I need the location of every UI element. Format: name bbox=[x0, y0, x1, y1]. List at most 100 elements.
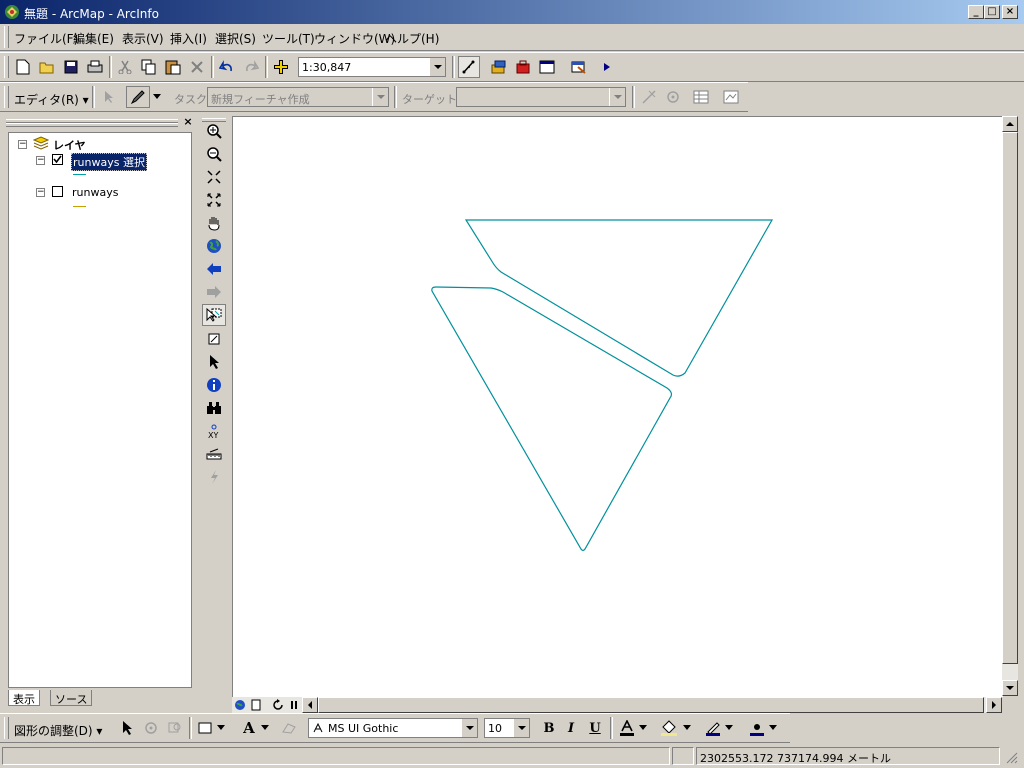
measure-icon[interactable] bbox=[202, 443, 226, 465]
horizontal-scrollbar[interactable] bbox=[232, 697, 1002, 713]
open-folder-icon[interactable] bbox=[36, 56, 58, 78]
data-view-icon[interactable] bbox=[232, 697, 248, 713]
layer-checkbox-runways[interactable] bbox=[52, 186, 63, 197]
go-forward-extent-icon[interactable] bbox=[202, 281, 226, 303]
go-back-extent-icon[interactable] bbox=[202, 258, 226, 280]
bold-button[interactable]: B bbox=[538, 717, 560, 739]
menu-window[interactable]: ウィンドウ(W) bbox=[314, 30, 395, 47]
collapse-icon[interactable]: − bbox=[36, 188, 45, 197]
menu-insert[interactable]: 挿入(I) bbox=[170, 30, 207, 47]
chevron-down-icon[interactable] bbox=[258, 717, 272, 739]
font-color-icon[interactable] bbox=[616, 717, 638, 739]
maximize-button[interactable]: □ bbox=[984, 5, 1000, 19]
chevron-down-icon[interactable] bbox=[609, 88, 625, 106]
toolbar-grip[interactable] bbox=[4, 56, 9, 78]
layers-root-label[interactable]: レイヤ bbox=[53, 137, 86, 153]
pan-hand-icon[interactable] bbox=[202, 212, 226, 234]
menu-help[interactable]: ヘルプ(H) bbox=[385, 30, 439, 47]
italic-button[interactable]: I bbox=[560, 717, 582, 739]
chevron-down-icon[interactable] bbox=[722, 717, 736, 739]
chevron-down-icon[interactable] bbox=[766, 717, 780, 739]
editor-toolbar-icon[interactable] bbox=[458, 56, 480, 78]
menu-view[interactable]: 表示(V) bbox=[122, 30, 164, 47]
layer-symbol-line[interactable] bbox=[73, 206, 86, 207]
map-scale-combo[interactable]: 1:30,847 bbox=[298, 57, 446, 77]
identify-icon[interactable] bbox=[202, 374, 226, 396]
select-elements-icon[interactable] bbox=[202, 351, 226, 373]
attributes-icon[interactable] bbox=[690, 86, 712, 108]
minimize-button[interactable]: _ bbox=[968, 5, 984, 19]
print-icon[interactable] bbox=[84, 56, 106, 78]
marker-color-icon[interactable] bbox=[746, 717, 768, 739]
sketch-properties-icon[interactable] bbox=[720, 86, 742, 108]
layer-checkbox-runways-selection[interactable] bbox=[52, 154, 63, 165]
arctoolbox-icon[interactable] bbox=[512, 56, 534, 78]
toolbar-grip[interactable] bbox=[4, 86, 9, 108]
editor-menu[interactable]: エディタ(R) ▾ bbox=[14, 91, 89, 108]
what-is-this-icon[interactable] bbox=[568, 56, 590, 78]
split-tool-icon[interactable] bbox=[638, 86, 660, 108]
chevron-down-icon[interactable] bbox=[513, 719, 529, 737]
scroll-up-button[interactable] bbox=[1002, 116, 1018, 132]
line-color-icon[interactable] bbox=[702, 717, 724, 739]
full-extent-globe-icon[interactable] bbox=[202, 235, 226, 257]
sketch-tool-icon[interactable] bbox=[126, 86, 150, 108]
scroll-right-button[interactable] bbox=[986, 697, 1002, 713]
zoom-to-selected-icon[interactable] bbox=[164, 717, 186, 739]
menu-edit[interactable]: 編集(E) bbox=[73, 30, 114, 47]
arccatalog-icon[interactable] bbox=[488, 56, 510, 78]
new-text-tool[interactable]: A bbox=[238, 717, 260, 739]
copy-icon[interactable] bbox=[138, 56, 160, 78]
layout-view-icon[interactable] bbox=[248, 697, 264, 713]
chevron-down-icon[interactable] bbox=[461, 719, 477, 737]
map-canvas[interactable] bbox=[233, 117, 1003, 697]
menu-file[interactable]: ファイル(F) bbox=[14, 30, 78, 47]
select-elements-icon[interactable] bbox=[116, 717, 138, 739]
underline-button[interactable]: U bbox=[584, 717, 606, 739]
vertical-scrollbar[interactable] bbox=[1002, 116, 1018, 696]
chevron-down-icon[interactable] bbox=[150, 86, 164, 108]
close-button[interactable]: × bbox=[1002, 5, 1018, 19]
chevron-down-icon[interactable] bbox=[680, 717, 694, 739]
drawing-menu[interactable]: 図形の調整(D) ▾ bbox=[14, 722, 102, 739]
font-combo[interactable]: MS UI Gothic bbox=[308, 718, 478, 738]
toolbar-grip[interactable] bbox=[4, 717, 9, 739]
tab-display[interactable]: 表示 bbox=[8, 690, 40, 706]
target-combo[interactable] bbox=[456, 87, 626, 107]
save-icon[interactable] bbox=[60, 56, 82, 78]
zoom-out-icon[interactable] bbox=[202, 143, 226, 165]
collapse-icon[interactable]: − bbox=[18, 140, 27, 149]
toc-close-button[interactable]: × bbox=[182, 116, 194, 128]
delete-icon[interactable] bbox=[186, 56, 208, 78]
layer-name-runways-selection[interactable]: runways 選択 bbox=[71, 153, 147, 171]
scroll-thumb[interactable] bbox=[1002, 132, 1018, 664]
scroll-down-button[interactable] bbox=[1002, 680, 1018, 696]
go-to-xy-icon[interactable]: XY bbox=[202, 420, 226, 442]
cut-icon[interactable] bbox=[114, 56, 136, 78]
font-size-combo[interactable]: 10 bbox=[484, 718, 530, 738]
arcmap-app-icon[interactable] bbox=[4, 4, 20, 20]
chevron-down-icon[interactable] bbox=[636, 717, 650, 739]
undo-icon[interactable] bbox=[216, 56, 238, 78]
new-document-icon[interactable] bbox=[12, 56, 34, 78]
chevron-down-icon[interactable] bbox=[372, 88, 388, 106]
add-data-icon[interactable] bbox=[270, 56, 292, 78]
rotate-tool-icon[interactable] bbox=[662, 86, 684, 108]
scroll-thumb[interactable] bbox=[318, 697, 984, 713]
zoom-in-icon[interactable] bbox=[202, 120, 226, 142]
clear-selection-icon[interactable] bbox=[202, 328, 226, 350]
map-display[interactable] bbox=[232, 116, 1003, 697]
select-features-icon[interactable] bbox=[202, 304, 226, 326]
menu-grip[interactable] bbox=[4, 26, 9, 48]
toolbar-overflow-icon[interactable] bbox=[596, 56, 618, 78]
command-line-icon[interactable] bbox=[536, 56, 558, 78]
paste-icon[interactable] bbox=[162, 56, 184, 78]
edit-vertices-icon[interactable] bbox=[278, 717, 300, 739]
hyperlink-icon[interactable] bbox=[202, 466, 226, 488]
layer-symbol-line[interactable] bbox=[73, 174, 86, 175]
tab-source[interactable]: ソース bbox=[50, 690, 93, 706]
fixed-zoom-out-icon[interactable] bbox=[202, 189, 226, 211]
rectangle-tool-icon[interactable] bbox=[194, 717, 216, 739]
find-binoculars-icon[interactable] bbox=[202, 397, 226, 419]
menu-tools[interactable]: ツール(T) bbox=[262, 30, 315, 47]
